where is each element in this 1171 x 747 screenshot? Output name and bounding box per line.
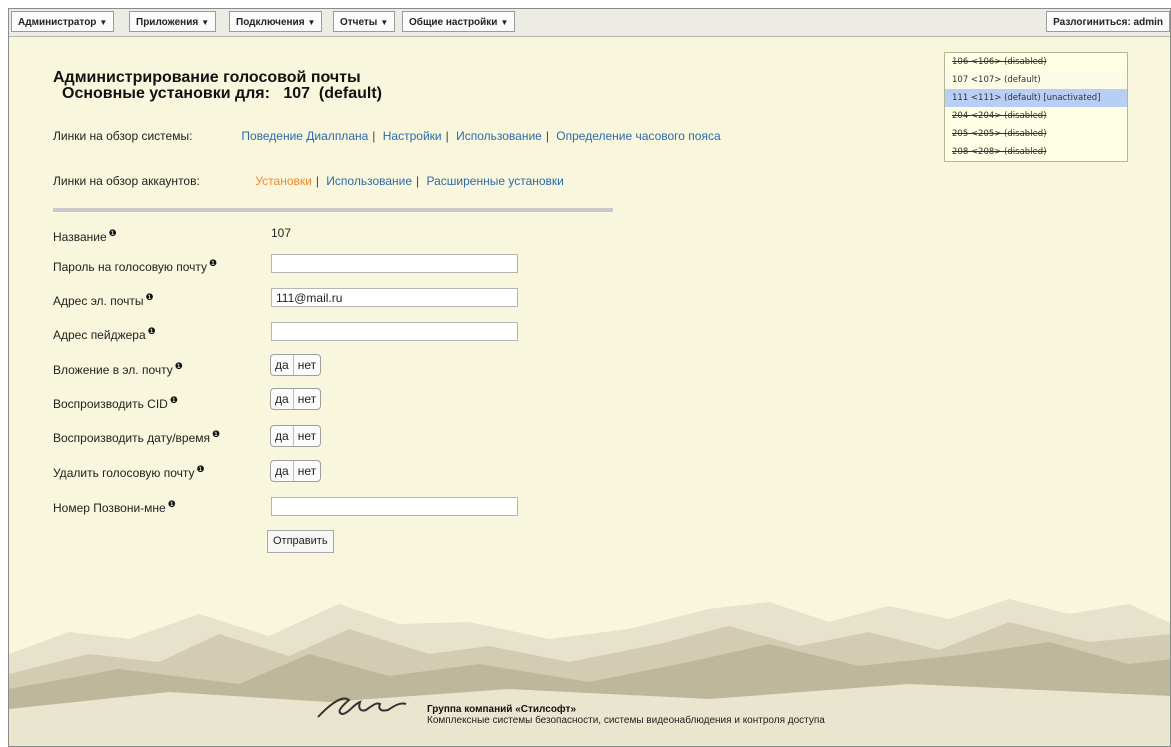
callme-label: Номер Позвони-мне ❶ bbox=[53, 499, 176, 515]
callme-label-text: Номер Позвони-мне bbox=[53, 501, 166, 515]
chevron-down-icon: ▼ bbox=[99, 18, 108, 27]
logout-button[interactable]: Разлогиниться: admin bbox=[1046, 11, 1170, 32]
menu-reports[interactable]: Отчеты ▼ bbox=[333, 11, 396, 32]
menu-administrator[interactable]: Администратор ▼ bbox=[11, 11, 115, 32]
chevron-down-icon: ▼ bbox=[500, 18, 509, 27]
pager-label-text: Адрес пейджера bbox=[53, 328, 146, 342]
delete-label-text: Удалить голосовую почту bbox=[53, 466, 195, 480]
extension-item-106[interactable]: 106 <106> (disabled) bbox=[945, 53, 1127, 71]
chevron-down-icon: ▼ bbox=[307, 18, 316, 27]
password-label-text: Пароль на голосовую почту bbox=[53, 260, 207, 274]
name-label: Название ❶ bbox=[53, 228, 117, 244]
menu-administrator-label: Администратор bbox=[18, 17, 97, 28]
extension-item-204[interactable]: 204 <204> (disabled) bbox=[945, 107, 1127, 125]
envelope-yes-button[interactable]: да bbox=[271, 426, 294, 446]
subtitle-account: 107 (default) bbox=[283, 85, 382, 102]
help-icon[interactable]: ❶ bbox=[197, 464, 205, 474]
account-links-row: Линки на обзор аккаунтов: Установки | Исп… bbox=[53, 174, 564, 188]
password-label: Пароль на голосовую почту ❶ bbox=[53, 258, 217, 274]
help-icon[interactable]: ❶ bbox=[109, 228, 117, 238]
top-menu-bar: Администратор ▼ Приложения ▼ Подключения ▼ … bbox=[9, 9, 1170, 37]
help-icon[interactable]: ❶ bbox=[168, 499, 176, 509]
link-timezone[interactable]: Определение часового пояса bbox=[556, 129, 720, 143]
help-icon[interactable]: ❶ bbox=[148, 326, 156, 336]
pager-input[interactable] bbox=[271, 322, 518, 341]
footer-description: Комплексные системы безопасности, систем… bbox=[427, 715, 825, 726]
callme-input[interactable] bbox=[271, 497, 518, 516]
saycid-no-button[interactable]: нет bbox=[294, 389, 320, 409]
delete-label: Удалить голосовую почту ❶ bbox=[53, 464, 205, 480]
subtitle-prefix: Основные установки для: bbox=[62, 85, 270, 102]
attach-label-text: Вложение в эл. почту bbox=[53, 363, 173, 377]
menu-connections[interactable]: Подключения ▼ bbox=[229, 11, 323, 32]
page-frame: Администратор ▼ Приложения ▼ Подключения ▼ … bbox=[8, 8, 1171, 747]
password-input[interactable] bbox=[271, 254, 518, 273]
menu-connections-label: Подключения bbox=[236, 17, 305, 28]
envelope-no-button[interactable]: нет bbox=[294, 426, 320, 446]
saycid-label: Воспроизводить CID ❶ bbox=[53, 395, 178, 411]
help-icon[interactable]: ❶ bbox=[175, 361, 183, 371]
link-separator: | bbox=[372, 129, 376, 143]
help-icon[interactable]: ❶ bbox=[170, 395, 178, 405]
delete-toggle: да нет bbox=[270, 460, 322, 482]
menu-applications[interactable]: Приложения ▼ bbox=[129, 11, 217, 32]
name-label-text: Название bbox=[53, 230, 107, 244]
attach-label: Вложение в эл. почту ❶ bbox=[53, 361, 183, 377]
system-links-label: Линки на обзор системы: bbox=[53, 129, 193, 143]
chevron-down-icon: ▼ bbox=[201, 18, 210, 27]
link-advanced-settings[interactable]: Расширенные установки bbox=[427, 174, 564, 188]
page-subtitle: Основные установки для: 107 (default) bbox=[62, 85, 382, 103]
envelope-label: Воспроизводить дату/время ❶ bbox=[53, 429, 220, 445]
link-settings[interactable]: Настройки bbox=[383, 129, 442, 143]
section-divider bbox=[53, 208, 613, 212]
chevron-down-icon: ▼ bbox=[380, 18, 389, 27]
email-label-text: Адрес эл. почты bbox=[53, 294, 144, 308]
extension-item-107[interactable]: 107 <107> (default) bbox=[945, 71, 1127, 89]
link-dialplan-behavior[interactable]: Поведение Диалплана bbox=[241, 129, 368, 143]
logout-label: Разлогиниться: admin bbox=[1053, 17, 1163, 28]
help-icon[interactable]: ❶ bbox=[212, 429, 220, 439]
email-label: Адрес эл. почты ❶ bbox=[53, 292, 154, 308]
attach-yes-button[interactable]: да bbox=[271, 355, 294, 375]
pager-label: Адрес пейджера ❶ bbox=[53, 326, 156, 342]
saycid-toggle: да нет bbox=[270, 388, 322, 410]
attach-no-button[interactable]: нет bbox=[294, 355, 320, 375]
submit-button[interactable]: Отправить bbox=[267, 530, 334, 553]
saycid-yes-button[interactable]: да bbox=[271, 389, 294, 409]
saycid-label-text: Воспроизводить CID bbox=[53, 397, 168, 411]
attach-toggle: да нет bbox=[270, 354, 322, 376]
link-separator: | bbox=[416, 174, 420, 188]
delete-no-button[interactable]: нет bbox=[294, 461, 320, 481]
email-input[interactable] bbox=[271, 288, 518, 307]
link-account-usage[interactable]: Использование bbox=[326, 174, 412, 188]
footer-company: Группа компаний «Стилсофт» bbox=[427, 704, 577, 715]
extension-item-111[interactable]: 111 <111> (default) [unactivated] bbox=[945, 89, 1127, 107]
system-links-row: Линки на обзор системы: Поведение Диалпл… bbox=[53, 129, 721, 143]
help-icon[interactable]: ❶ bbox=[146, 292, 154, 302]
extension-item-205[interactable]: 205 <205> (disabled) bbox=[945, 125, 1127, 143]
link-separator: | bbox=[445, 129, 449, 143]
menu-general-settings[interactable]: Общие настройки ▼ bbox=[402, 11, 516, 32]
menu-reports-label: Отчеты bbox=[340, 17, 378, 28]
account-links-label: Линки на обзор аккаунтов: bbox=[53, 174, 200, 188]
link-separator: | bbox=[545, 129, 549, 143]
extension-list: 106 <106> (disabled) 107 <107> (default)… bbox=[944, 52, 1128, 162]
menu-applications-label: Приложения bbox=[136, 17, 199, 28]
link-separator: | bbox=[315, 174, 319, 188]
link-account-settings[interactable]: Установки bbox=[255, 174, 311, 188]
envelope-toggle: да нет bbox=[270, 425, 322, 447]
envelope-label-text: Воспроизводить дату/время bbox=[53, 431, 211, 445]
name-value: 107 bbox=[271, 226, 292, 240]
menu-general-settings-label: Общие настройки bbox=[409, 17, 498, 28]
link-usage[interactable]: Использование bbox=[456, 129, 542, 143]
delete-yes-button[interactable]: да bbox=[271, 461, 294, 481]
extension-item-208[interactable]: 208 <208> (disabled) bbox=[945, 143, 1127, 161]
stilsoft-logo bbox=[317, 697, 407, 718]
help-icon[interactable]: ❶ bbox=[209, 258, 217, 268]
